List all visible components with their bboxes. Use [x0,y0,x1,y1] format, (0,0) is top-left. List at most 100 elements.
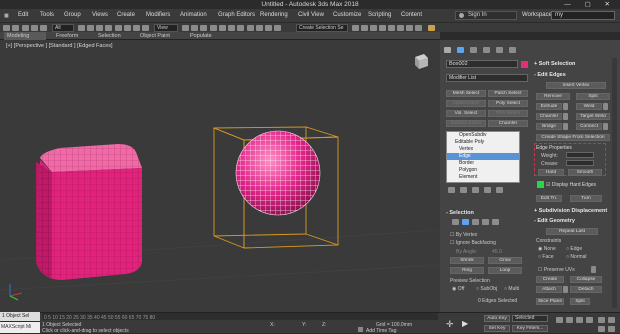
configure-sets-icon[interactable] [496,187,503,193]
bind-icon[interactable] [40,25,47,31]
weld-settings-icon[interactable] [603,103,608,110]
stack-item-opensubdiv[interactable]: OpenSubdiv [447,132,519,139]
menu-group[interactable]: Group [64,9,81,22]
preserve-uvs-settings-icon[interactable] [591,266,596,273]
chamfer-settings-icon[interactable] [563,113,568,120]
preserve-uvs-checkbox[interactable]: ☐ Preserve UVs [538,267,575,273]
render-icon[interactable] [406,25,413,31]
selection-rollout-header[interactable]: - Selection [446,209,474,217]
curve-editor-icon[interactable] [361,25,368,31]
viewport-scene[interactable] [0,40,440,313]
key-filters-button[interactable]: Key Filters... [512,325,548,332]
undo-icon[interactable] [3,25,10,31]
ffd-select-button[interactable]: FFD Select [488,110,528,117]
menu-civil-view[interactable]: Civil View [298,9,324,22]
display-tab-icon[interactable] [496,47,503,53]
menu-customize[interactable]: Customize [333,9,361,22]
scale-icon[interactable] [133,25,140,31]
perspective-viewport[interactable]: [+] [Perspective ] [Standard ] [Edged Fa… [0,40,440,313]
menu-create[interactable]: Create [117,9,135,22]
create-shape-button[interactable]: Create Shape From Selection [536,134,610,141]
viewport-label[interactable]: [+] [Perspective ] [Standard ] [Edged Fa… [6,43,113,49]
object-color-swatch[interactable] [521,61,528,68]
display-hard-edges-checkbox[interactable]: ☑ Display Hard Edges [546,182,596,188]
ring-button[interactable]: Ring [450,267,484,274]
element-mode-icon[interactable] [492,219,499,225]
rotate-icon[interactable] [124,25,131,31]
go-to-start-icon[interactable] [556,317,563,323]
constraint-face-radio[interactable]: ○ Face [538,254,554,260]
rect-region-icon[interactable] [96,25,103,31]
repeat-last-button[interactable]: Repeat Last [546,228,598,235]
teapot-render-icon[interactable] [428,25,435,31]
edit-tri-button[interactable]: Edit Tri. [536,195,562,202]
box-object[interactable] [36,144,142,280]
hard-button[interactable]: Hard [538,169,564,176]
tab-populate[interactable]: Populate [190,32,212,40]
scene-explorer-icon[interactable] [352,25,359,31]
by-vertex-checkbox[interactable]: ☐ By Vertex [450,232,477,238]
app-logo-icon[interactable]: ■ [4,9,9,22]
named-selection-select[interactable]: Create Selection Se [296,24,348,32]
manipulate-icon[interactable] [191,25,198,31]
move-transform-icon[interactable]: ✛ [446,319,454,330]
crease-spinner[interactable] [566,160,594,166]
unlink-icon[interactable] [31,25,38,31]
set-key-button[interactable]: Set Key [484,325,510,332]
next-frame-icon[interactable] [576,317,583,323]
reference-coord-select[interactable]: View [154,24,178,32]
chamfer-modifier-button[interactable]: Chamfer [488,120,528,127]
align-icon[interactable] [265,25,272,31]
menu-edit[interactable]: Edit [18,9,28,22]
menu-tools[interactable]: Tools [40,9,54,22]
play-icon[interactable]: ▶ [462,319,468,328]
vertex-mode-icon[interactable] [452,219,459,225]
grow-button[interactable]: Grow [488,257,522,264]
attach-button[interactable]: Attach [536,286,562,293]
hierarchy-tab-icon[interactable] [470,47,477,53]
maximize-viewport-icon[interactable] [608,326,615,332]
edit-named-sel-icon[interactable] [247,25,254,31]
render-frame-icon[interactable] [397,25,404,31]
menu-rendering[interactable]: Rendering [260,9,288,22]
place-icon[interactable] [142,25,149,31]
render-online-icon[interactable] [415,25,422,31]
hard-edge-color-swatch[interactable] [537,181,544,188]
sphere-object[interactable] [235,130,321,216]
preview-subobj-radio[interactable]: ○ SubObj [476,286,497,292]
motion-tab-icon[interactable] [483,47,490,53]
preview-multi-radio[interactable]: ○ Multi [504,286,519,292]
snap-icon[interactable] [210,25,217,31]
auto-key-button[interactable]: Auto Key [484,315,510,322]
stack-item-element[interactable]: Element [447,174,519,181]
mirror-icon[interactable] [256,25,263,31]
make-unique-icon[interactable] [472,187,479,193]
connect-button[interactable]: Connect [576,123,602,130]
utilities-tab-icon[interactable] [509,47,516,53]
slice-plane-button[interactable]: Slice Plane [536,298,564,305]
by-angle-value[interactable]: 45.0 [492,249,502,255]
menu-graph-editors[interactable]: Graph Editors [218,9,255,22]
bridge-button[interactable]: Bridge [536,123,562,130]
tab-selection[interactable]: Selection [98,32,121,40]
window-controls[interactable]: — ▢ ✕ [564,0,616,9]
subdivision-displacement-rollout[interactable]: + Subdivision Displacement [534,207,607,215]
spline-select-button[interactable]: SplineSelect [446,100,486,107]
window-crossing-icon[interactable] [105,25,112,31]
vol-select-button[interactable]: Vol. Select [446,110,486,117]
remove-button[interactable]: Remove [536,93,570,100]
modifier-stack[interactable]: OpenSubdiv Editable Poly Vertex Edge Bor… [446,131,520,183]
edit-geometry-rollout[interactable]: - Edit Geometry [534,217,575,225]
extrude-settings-icon[interactable] [563,103,568,110]
extrude-button[interactable]: Extrude [536,103,562,110]
polygon-mode-icon[interactable] [482,219,489,225]
poly-select-button[interactable]: Poly Select [488,100,528,107]
shrink-button[interactable]: Shrink [450,257,484,264]
layer-icon[interactable] [274,25,281,31]
zoom-icon[interactable] [598,317,605,323]
menu-modifiers[interactable]: Modifiers [146,9,170,22]
turn-button[interactable]: Turn [570,195,602,202]
redo-icon[interactable] [12,25,19,31]
menu-views[interactable]: Views [92,9,108,22]
stack-item-editable-poly[interactable]: Editable Poly [447,139,519,146]
